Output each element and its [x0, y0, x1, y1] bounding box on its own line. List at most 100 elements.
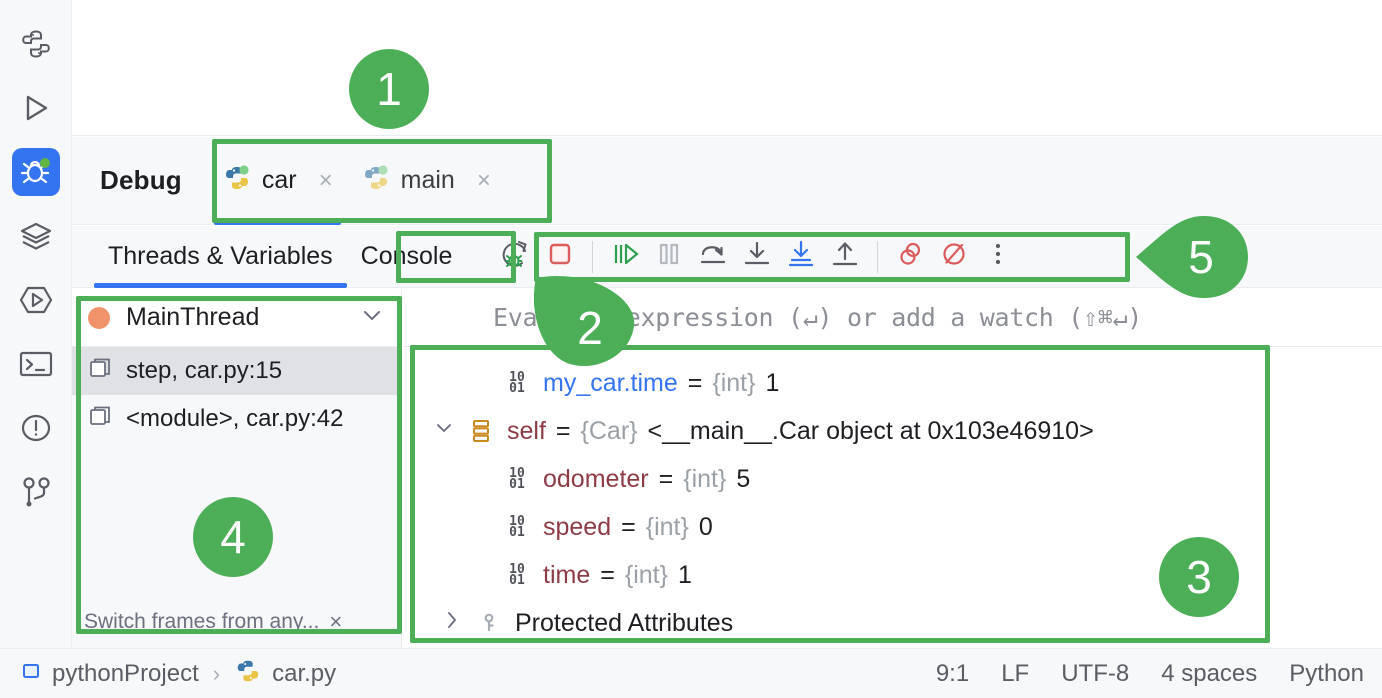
equals-sign: = — [600, 561, 615, 590]
debug-tool-window-header: Debug car × — [72, 137, 1382, 225]
breadcrumb-file[interactable]: car.py — [272, 660, 336, 688]
tab-threads-and-variables[interactable]: Threads & Variables — [94, 226, 347, 288]
line-separator-widget[interactable]: LF — [1001, 660, 1029, 688]
toolbar-separator — [877, 241, 878, 273]
annotation-badge-4: 4 — [193, 497, 273, 577]
problems-icon — [19, 411, 53, 445]
tree-toggle-collapsed[interactable] — [435, 608, 469, 638]
thread-status-icon — [88, 307, 110, 329]
activity-item-run-anything[interactable] — [12, 276, 60, 324]
int-icon: 1001 — [497, 516, 537, 538]
variable-row[interactable]: 1001 odometer = {int} 5 — [403, 455, 1382, 503]
activity-item-terminal[interactable] — [12, 340, 60, 388]
variable-row-protected-attributes[interactable]: Protected Attributes — [403, 599, 1382, 647]
force-step-into-button[interactable] — [779, 235, 823, 279]
frame-list-item[interactable]: <module>, car.py:42 — [72, 395, 401, 443]
activity-bar — [0, 0, 72, 698]
equals-sign: = — [688, 369, 703, 398]
variable-name: odometer — [543, 465, 649, 494]
variable-name: self — [507, 417, 546, 446]
indent-setting-widget[interactable]: 4 spaces — [1161, 660, 1257, 688]
step-out-icon — [828, 237, 862, 276]
thread-name-label: MainThread — [126, 303, 359, 332]
resume-program-button[interactable] — [603, 235, 647, 279]
badge-number: 4 — [220, 510, 246, 564]
rerun-debug-icon — [499, 237, 533, 276]
file-encoding-widget[interactable]: UTF-8 — [1061, 660, 1129, 688]
breadcrumb-separator: › — [213, 661, 220, 687]
terminal-icon — [18, 349, 54, 379]
more-options-icon — [983, 237, 1013, 276]
close-icon[interactable]: × — [319, 169, 333, 193]
frame-list-item[interactable]: step, car.py:15 — [72, 347, 401, 395]
active-tab-underline — [94, 283, 347, 288]
variable-type: {int} — [646, 513, 689, 542]
thread-selector[interactable]: MainThread — [72, 289, 401, 347]
stack-frame-icon — [88, 355, 114, 388]
breadcrumb-project[interactable]: pythonProject — [52, 660, 199, 688]
equals-sign: = — [621, 513, 636, 542]
view-breakpoints-button[interactable] — [888, 235, 932, 279]
python-file-icon — [361, 163, 391, 198]
pause-program-button[interactable] — [647, 235, 691, 279]
activity-item-problems[interactable] — [12, 404, 60, 452]
resume-program-icon — [608, 237, 642, 276]
tab-label: Console — [361, 242, 453, 271]
activity-item-version-control[interactable] — [12, 468, 60, 516]
stop-icon — [543, 237, 577, 276]
activity-item-python-packages[interactable] — [12, 20, 60, 68]
variable-type: {int} — [625, 561, 668, 590]
pause-program-icon — [652, 237, 686, 276]
annotation-badge-1: 1 — [349, 49, 429, 129]
tree-toggle-expanded[interactable] — [427, 416, 461, 446]
run-tab-label: car — [262, 166, 297, 195]
run-tab-car[interactable]: car × — [208, 137, 347, 225]
caret-position-widget[interactable]: 9:1 — [936, 660, 969, 688]
force-step-into-icon — [784, 237, 818, 276]
frame-label: <module>, car.py:42 — [126, 405, 343, 433]
stack-frame-icon — [88, 403, 114, 436]
mute-breakpoints-button[interactable] — [932, 235, 976, 279]
activity-item-debug[interactable] — [12, 148, 60, 196]
run-configuration-tabs: car × main × — [208, 137, 505, 225]
variable-value: 1 — [678, 561, 692, 590]
equals-sign: = — [659, 465, 674, 494]
python-packages-icon — [18, 26, 54, 62]
step-out-button[interactable] — [823, 235, 867, 279]
annotation-badge-2: 2 — [534, 276, 638, 370]
version-control-icon — [20, 475, 52, 509]
annotation-badge-5: 5 — [1136, 215, 1248, 299]
close-icon[interactable]: × — [477, 169, 491, 193]
chevron-down-icon — [359, 302, 385, 333]
pycharm-debug-window: Debug car × — [0, 0, 1382, 698]
object-icon — [461, 418, 501, 444]
rerun-debug-button[interactable] — [494, 235, 538, 279]
variable-value: <__main__.Car object at 0x103e46910> — [648, 417, 1094, 446]
int-icon: 1001 — [497, 564, 537, 586]
badge-number: 3 — [1186, 550, 1212, 604]
badge-number: 1 — [376, 62, 402, 116]
equals-sign: = — [556, 417, 571, 446]
run-tab-main[interactable]: main × — [347, 137, 505, 225]
active-tab-underline — [214, 220, 341, 225]
tab-console[interactable]: Console — [347, 226, 467, 288]
run-anything-icon — [18, 283, 54, 317]
step-over-button[interactable] — [691, 235, 735, 279]
variable-row[interactable]: self = {Car} <__main__.Car object at 0x1… — [403, 407, 1382, 455]
interpreter-widget[interactable]: Python — [1289, 660, 1364, 688]
services-icon — [19, 219, 53, 253]
debugger-actions-toolbar — [494, 235, 1020, 279]
step-into-button[interactable] — [735, 235, 779, 279]
activity-item-run[interactable] — [12, 84, 60, 132]
variable-value: 1 — [765, 369, 779, 398]
variable-type: {Car} — [581, 417, 638, 446]
activity-item-services[interactable] — [12, 212, 60, 260]
close-icon[interactable]: × — [329, 609, 342, 635]
variable-name: speed — [543, 513, 611, 542]
more-options-button[interactable] — [976, 235, 1020, 279]
variables-tree: 1001 my_car.time = {int} 1 — [403, 347, 1382, 647]
stop-button[interactable] — [538, 235, 582, 279]
int-icon: 1001 — [497, 372, 537, 394]
tab-label: Threads & Variables — [108, 242, 333, 271]
variable-row[interactable]: 1001 speed = {int} 0 — [403, 503, 1382, 551]
